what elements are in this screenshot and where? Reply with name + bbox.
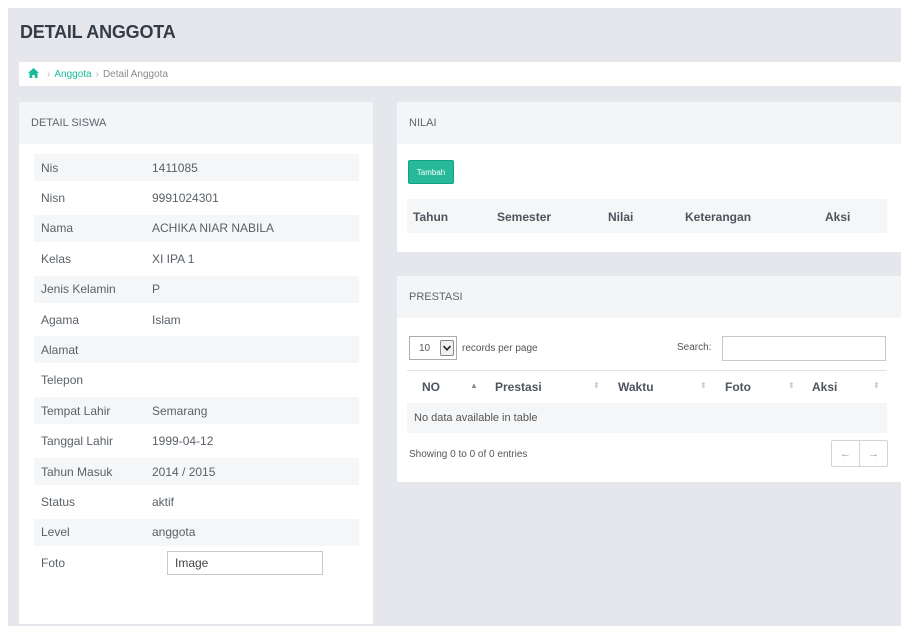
detail-value: Islam: [152, 312, 181, 327]
column-header-semester[interactable]: Semester: [497, 210, 551, 224]
content-area: DETAIL ANGGOTA › Anggota › Detail Anggot…: [8, 8, 901, 626]
detail-row: Nisn 9991024301: [34, 184, 359, 211]
breadcrumb-separator: ›: [95, 68, 99, 80]
page-size-value: 10: [419, 342, 431, 354]
table-info: Showing 0 to 0 of 0 entries: [409, 449, 528, 460]
detail-value: aktif: [152, 494, 175, 509]
detail-row: Jenis Kelamin P: [34, 275, 359, 303]
detail-row: Tahun Masuk 2014 / 2015: [34, 458, 359, 485]
detail-siswa-panel: DETAIL SISWA Nis 1411085 Nisn 9991024301 Nam…: [19, 102, 373, 624]
prestasi-table-header: NO ▲ Prestasi ⬍ Waktu ⬍ Foto ⬍ Aksi ⬍: [407, 370, 887, 400]
nilai-panel: NILAI Tambah Tahun Semester Nilai Ketera…: [397, 102, 901, 252]
detail-label: Agama: [41, 312, 80, 327]
column-header-keterangan[interactable]: Keterangan: [685, 210, 751, 224]
records-per-page: 10 records per page: [409, 336, 538, 360]
column-header-waktu[interactable]: Waktu: [618, 380, 654, 394]
detail-row: Tempat Lahir Semarang: [34, 397, 359, 425]
breadcrumb-separator: ›: [47, 68, 51, 80]
detail-value: Semarang: [152, 403, 208, 418]
detail-value: 9991024301: [152, 190, 219, 205]
column-header-no[interactable]: NO: [422, 380, 440, 394]
column-header-aksi[interactable]: Aksi: [812, 380, 837, 394]
detail-value: ACHIKA NIAR NABILA: [152, 221, 275, 236]
detail-row: Agama Islam: [34, 306, 359, 333]
page-title: DETAIL ANGGOTA: [20, 22, 176, 42]
tambah-button[interactable]: Tambah: [408, 160, 454, 184]
sort-icon: ⬍: [873, 381, 880, 390]
detail-row: Status aktif: [34, 488, 359, 515]
prev-page-button[interactable]: ←: [832, 441, 860, 466]
breadcrumb-link-anggota[interactable]: Anggota: [54, 69, 91, 80]
detail-row: Nama ACHIKA NIAR NABILA: [34, 214, 359, 242]
panel-heading: DETAIL SISWA: [19, 102, 373, 144]
breadcrumb-current: Detail Anggota: [102, 68, 169, 80]
detail-label: Foto: [41, 555, 66, 570]
detail-value: 2014 / 2015: [152, 464, 216, 479]
detail-label: Telepon: [41, 373, 84, 388]
panel-heading: NILAI: [397, 102, 901, 144]
home-icon[interactable]: [28, 67, 39, 81]
detail-label: Nama: [41, 221, 74, 236]
detail-value: 1999-04-12: [152, 434, 214, 449]
detail-row: Level anggota: [34, 518, 359, 546]
panel-heading: PRESTASI: [397, 276, 901, 318]
sort-icon: ⬍: [593, 381, 600, 390]
detail-label: Tanggal Lahir: [41, 434, 114, 449]
detail-row: Nis 1411085: [34, 154, 359, 181]
detail-label: Tempat Lahir: [41, 403, 111, 418]
detail-label: Level: [41, 525, 70, 540]
column-header-tahun[interactable]: Tahun: [413, 210, 448, 224]
search-label: Search:: [677, 342, 712, 353]
prestasi-panel: PRESTASI 10 records per page Search: NO …: [397, 276, 901, 482]
chevron-down-icon: [440, 340, 454, 356]
next-page-button[interactable]: →: [860, 441, 887, 466]
pagination: ← →: [831, 440, 888, 467]
detail-label: Jenis Kelamin: [41, 282, 116, 297]
detail-value: XI IPA 1: [152, 251, 195, 266]
detail-label: Tahun Masuk: [41, 464, 113, 479]
breadcrumb: › Anggota › Detail Anggota: [19, 62, 901, 86]
records-label: records per page: [462, 342, 538, 354]
detail-label: Nisn: [41, 190, 66, 205]
sort-icon: ⬍: [788, 381, 795, 390]
page-size-select[interactable]: 10: [409, 336, 457, 360]
detail-value: P: [152, 282, 161, 297]
detail-row: Kelas XI IPA 1: [34, 245, 359, 272]
sort-icon: ⬍: [700, 381, 707, 390]
search-input[interactable]: [722, 336, 886, 361]
column-header-nilai[interactable]: Nilai: [608, 210, 633, 224]
detail-label: Status: [41, 494, 76, 509]
column-header-prestasi[interactable]: Prestasi: [495, 380, 542, 394]
detail-label: Kelas: [41, 251, 72, 266]
empty-table-message: No data available in table: [407, 403, 887, 433]
detail-value: 1411085: [152, 160, 198, 175]
detail-row: Telepon: [34, 367, 359, 394]
detail-row: Tanggal Lahir 1999-04-12: [34, 428, 359, 455]
detail-row: Foto Image: [34, 549, 359, 576]
foto-field[interactable]: Image: [167, 551, 323, 576]
detail-value: anggota: [152, 525, 196, 540]
detail-label: Nis: [41, 160, 59, 175]
detail-label: Alamat: [41, 342, 79, 357]
nilai-table-header: Tahun Semester Nilai Keterangan Aksi: [407, 199, 887, 233]
sort-asc-icon: ▲: [470, 381, 478, 390]
column-header-foto[interactable]: Foto: [725, 380, 751, 394]
detail-row: Alamat: [34, 336, 359, 364]
column-header-aksi[interactable]: Aksi: [825, 210, 850, 224]
